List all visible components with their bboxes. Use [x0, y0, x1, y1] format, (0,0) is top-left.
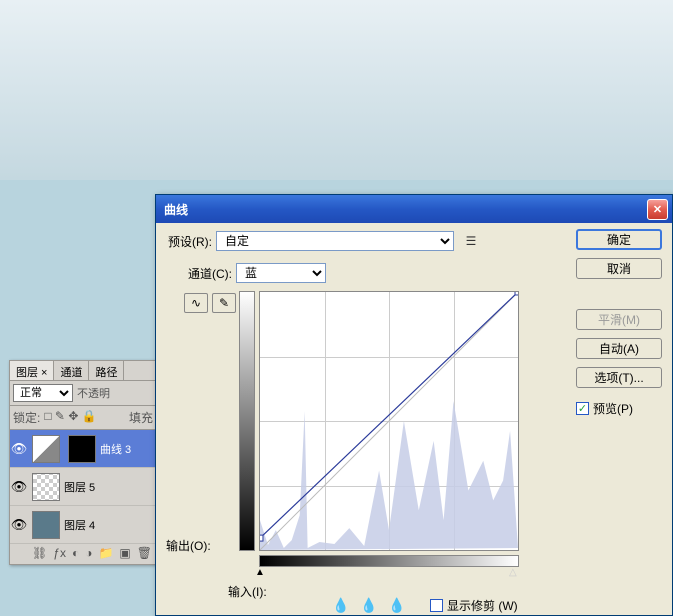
layer-row[interactable]: 👁 图层 5 [10, 468, 156, 506]
layer-name[interactable]: 曲线 3 [100, 441, 156, 457]
layers-options-row: 正常 不透明 [10, 381, 156, 406]
smooth-button[interactable]: 平滑(M) [576, 309, 662, 330]
folder-icon[interactable]: 📁 [98, 546, 113, 562]
lock-label: 锁定: [13, 409, 40, 426]
preset-menu-icon[interactable]: ☰ [462, 232, 480, 250]
black-point-slider[interactable]: ▲ [255, 567, 265, 578]
titlebar[interactable]: 曲线 ✕ [156, 195, 672, 223]
eyedropper-gray-icon[interactable]: 💧 [360, 597, 378, 615]
layer-row[interactable]: 👁 图层 4 [10, 506, 156, 544]
preview-label: 预览(P) [593, 400, 633, 417]
output-label: 输出(O): [166, 537, 211, 554]
curve-graph: ▲ △ [239, 291, 523, 575]
layer-thumb-curves[interactable] [32, 435, 60, 463]
options-button[interactable]: 选项(T)... [576, 367, 662, 388]
channel-label: 通道(C): [184, 265, 236, 282]
eyedropper-white-icon[interactable]: 💧 [388, 597, 406, 615]
preview-check[interactable]: ✓ 预览(P) [576, 400, 662, 417]
lock-row: 锁定: □ ✎ ✥ 🔒 填充 [10, 406, 156, 430]
fx-icon[interactable]: ƒx [53, 546, 66, 562]
curve-pencil-tool[interactable]: ✎ [212, 293, 236, 313]
curve-plot[interactable] [259, 291, 519, 551]
curve-active[interactable] [260, 292, 518, 550]
eyedropper-group: 💧 💧 💧 [332, 597, 406, 615]
mask-icon[interactable]: ◐ [72, 546, 79, 562]
dialog-title: 曲线 [160, 201, 647, 218]
visibility-icon[interactable]: 👁 [10, 440, 28, 458]
opacity-label: 不透明 [77, 385, 110, 401]
white-point-slider[interactable]: △ [509, 567, 517, 578]
layer-name[interactable]: 图层 5 [64, 479, 156, 495]
layer-thumb[interactable] [32, 511, 60, 539]
adjustment-icon[interactable]: ◑ [85, 546, 92, 562]
tab-paths[interactable]: 路径 [89, 361, 124, 380]
input-label: 输入(I): [228, 583, 267, 600]
link-icon[interactable]: ⛓ [32, 546, 47, 562]
layer-name[interactable]: 图层 4 [64, 517, 156, 533]
close-button[interactable]: ✕ [647, 199, 668, 220]
layer-row[interactable]: 👁 曲线 3 [10, 430, 156, 468]
input-gradient [259, 555, 519, 567]
fill-label: 填充 [129, 409, 153, 426]
layers-panel: 图层 × 通道 路径 正常 不透明 锁定: □ ✎ ✥ 🔒 填充 👁 曲线 3 … [9, 360, 157, 565]
show-clipping-label: 显示修剪 (W) [447, 597, 518, 614]
cancel-button[interactable]: 取消 [576, 258, 662, 279]
channel-select[interactable]: 蓝 [236, 263, 326, 283]
ok-button[interactable]: 确定 [576, 229, 662, 250]
layer-thumb[interactable] [32, 473, 60, 501]
new-layer-icon[interactable]: ▣ [119, 546, 130, 562]
auto-button[interactable]: 自动(A) [576, 338, 662, 359]
eyedropper-black-icon[interactable]: 💧 [332, 597, 350, 615]
show-clipping-check[interactable]: 显示修剪 (W) [430, 597, 518, 614]
trash-icon[interactable]: 🗑 [137, 546, 152, 562]
tab-channels[interactable]: 通道 [54, 361, 89, 380]
preset-select[interactable]: 自定 [216, 231, 454, 251]
curve-point-tool[interactable]: ∿ [184, 293, 208, 313]
curve-tools: ∿ ✎ [184, 293, 236, 313]
checkbox-icon[interactable] [430, 599, 443, 612]
blend-mode-select[interactable]: 正常 [13, 384, 73, 402]
checkbox-icon[interactable]: ✓ [576, 402, 589, 415]
visibility-icon[interactable]: 👁 [10, 516, 28, 534]
tab-layers[interactable]: 图层 × [10, 361, 54, 380]
dialog-buttons: 确定 取消 平滑(M) 自动(A) 选项(T)... ✓ 预览(P) [576, 229, 662, 417]
output-gradient [239, 291, 255, 551]
layers-footer: ⛓ ƒx ◐ ◑ 📁 ▣ 🗑 [10, 544, 156, 564]
layer-thumb-mask[interactable] [68, 435, 96, 463]
visibility-icon[interactable]: 👁 [10, 478, 28, 496]
preset-label: 预设(R): [166, 233, 216, 250]
curves-dialog: 曲线 ✕ 预设(R): 自定 ☰ 通道(C): 蓝 ∿ ✎ [155, 194, 673, 616]
layers-tabs: 图层 × 通道 路径 [10, 361, 156, 381]
